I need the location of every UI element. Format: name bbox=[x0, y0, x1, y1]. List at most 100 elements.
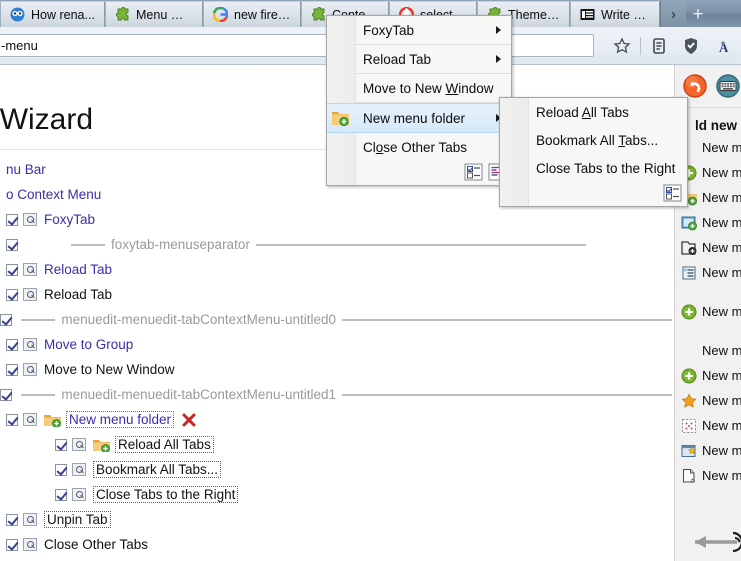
tree-row-edit-icon[interactable] bbox=[72, 463, 86, 476]
context-menu-item[interactable]: Reload Tab bbox=[327, 45, 511, 73]
tree-row-checkbox[interactable] bbox=[0, 388, 13, 401]
tree-row[interactable]: Close Other Tabs bbox=[0, 532, 672, 557]
star-icon[interactable] bbox=[608, 33, 636, 60]
browser-tab-1[interactable]: How rena... bbox=[0, 1, 105, 27]
submenu-item[interactable]: Bookmark All Tabs... bbox=[500, 126, 687, 154]
context-menu-item[interactable]: FoxyTab bbox=[327, 16, 511, 44]
tree-row[interactable]: New menu folder bbox=[0, 407, 672, 432]
tree-row-label[interactable]: Move to New Window bbox=[44, 362, 175, 377]
tree-row-label[interactable]: FoxyTab bbox=[44, 212, 95, 227]
tree-row-label[interactable]: Move to Group bbox=[44, 337, 133, 352]
delete-icon[interactable] bbox=[182, 413, 196, 427]
tree-row-checkbox[interactable] bbox=[6, 288, 18, 301]
panel-row[interactable]: New me bbox=[675, 413, 741, 438]
tree-row-checkbox[interactable] bbox=[0, 313, 13, 326]
tree-row[interactable]: Close Tabs to the Right bbox=[0, 482, 672, 507]
panel-row-label: New me bbox=[702, 165, 741, 180]
menu-tree: nu Bar o Context Menu FoxyTab foxytab-menus… bbox=[0, 157, 672, 557]
tree-row-checkbox[interactable] bbox=[6, 263, 18, 276]
tree-row-label[interactable]: Bookmark All Tabs... bbox=[93, 461, 222, 478]
tree-row-checkbox[interactable] bbox=[6, 513, 18, 526]
submenu-item[interactable]: Reload All Tabs bbox=[500, 98, 687, 126]
undo-icon[interactable] bbox=[681, 72, 709, 100]
tree-row-checkbox[interactable] bbox=[6, 238, 18, 251]
tree-row-label[interactable]: o Context Menu bbox=[6, 187, 101, 202]
tree-row-edit-icon[interactable] bbox=[23, 338, 37, 351]
panel-row[interactable]: New me bbox=[675, 235, 741, 260]
tree-row-checkbox[interactable] bbox=[6, 363, 18, 376]
tree-row-label[interactable]: Close Other Tabs bbox=[44, 537, 148, 552]
separator-line-right bbox=[255, 243, 586, 246]
checklist-icon[interactable] bbox=[663, 184, 682, 202]
new-menu-folder-submenu[interactable]: Reload All Tabs Bookmark All Tabs... Close… bbox=[499, 97, 688, 207]
tree-row-checkbox[interactable] bbox=[55, 438, 67, 451]
puzzle-icon bbox=[312, 7, 325, 21]
tree-row[interactable]: Unpin Tab bbox=[0, 507, 672, 532]
tree-row[interactable]: Reload Tab bbox=[0, 257, 672, 282]
tree-row[interactable]: foxytab-menuseparator bbox=[0, 232, 672, 257]
tab-scroll-right-button[interactable]: › bbox=[660, 1, 686, 27]
panel-row[interactable]: New me bbox=[675, 388, 741, 413]
checklist-icon[interactable] bbox=[464, 163, 483, 181]
puzzle-icon bbox=[116, 7, 129, 21]
tree-row-edit-icon[interactable] bbox=[23, 288, 37, 301]
tree-row-edit-icon[interactable] bbox=[23, 538, 37, 551]
pointer-arrow-annotation bbox=[675, 525, 741, 557]
panel-row[interactable]: New me bbox=[675, 363, 741, 388]
tree-row-checkbox[interactable] bbox=[55, 463, 67, 476]
tree-row-label[interactable]: New menu folder bbox=[66, 411, 175, 428]
tree-row-edit-icon[interactable] bbox=[23, 513, 37, 526]
context-menu-item[interactable]: Move to New Window bbox=[327, 74, 511, 102]
tree-row[interactable]: menuedit-menuedit-tabContextMenu-untitle… bbox=[0, 382, 672, 407]
panel-row[interactable]: New me bbox=[675, 438, 741, 463]
tree-row-checkbox[interactable] bbox=[55, 488, 67, 501]
tree-row-label[interactable]: Close Tabs to the Right bbox=[93, 486, 239, 503]
panel-row[interactable]: New me bbox=[675, 338, 741, 363]
tree-row-label[interactable]: Unpin Tab bbox=[44, 511, 111, 528]
addon-icon[interactable]: A bbox=[709, 33, 737, 60]
page-icon bbox=[683, 468, 695, 482]
tree-row-label[interactable]: Reload Tab bbox=[44, 262, 112, 277]
tree-row[interactable]: Move to Group bbox=[0, 332, 672, 357]
tree-row[interactable]: Move to New Window bbox=[0, 357, 672, 382]
panel-row-label: New me bbox=[702, 343, 741, 358]
tab-context-menu[interactable]: FoxyTab Reload Tab Move to New Window New m… bbox=[326, 15, 512, 186]
shield-icon[interactable] bbox=[677, 33, 705, 60]
folder-add-icon bbox=[44, 414, 61, 427]
tree-row[interactable]: menuedit-menuedit-tabContextMenu-untitle… bbox=[0, 307, 672, 332]
browser-tab-3[interactable]: new firef... bbox=[203, 1, 301, 27]
tree-row-checkbox[interactable] bbox=[6, 413, 18, 426]
tree-row-label[interactable]: nu Bar bbox=[6, 162, 46, 177]
browser-tab-7[interactable]: Write an ... bbox=[570, 1, 660, 27]
tree-row-edit-icon[interactable] bbox=[23, 213, 37, 226]
tree-row[interactable]: Reload Tab bbox=[0, 282, 672, 307]
panel-row[interactable]: New me bbox=[675, 260, 741, 285]
tree-row-edit-icon[interactable] bbox=[72, 438, 86, 451]
tree-row-checkbox[interactable] bbox=[6, 538, 18, 551]
tree-row[interactable]: FoxyTab bbox=[0, 207, 672, 232]
tab-label: new firef... bbox=[234, 7, 291, 22]
keyboard-icon[interactable] bbox=[714, 72, 741, 100]
tree-row[interactable]: Reload All Tabs bbox=[0, 432, 672, 457]
context-menu-item-label: New menu folder bbox=[363, 110, 466, 126]
context-menu-item[interactable]: New menu folder bbox=[327, 103, 511, 133]
tree-row[interactable]: Bookmark All Tabs... bbox=[0, 457, 672, 482]
tree-row-edit-icon[interactable] bbox=[23, 413, 37, 426]
panel-row[interactable]: New me bbox=[675, 463, 741, 488]
tree-row-checkbox[interactable] bbox=[6, 213, 18, 226]
panel-row[interactable]: New me bbox=[675, 210, 741, 235]
tree-row-label[interactable]: Reload Tab bbox=[44, 287, 112, 302]
panel-row-label: New me bbox=[702, 240, 741, 255]
tree-row-edit-icon[interactable] bbox=[72, 488, 86, 501]
submenu-item[interactable]: Close Tabs to the Right bbox=[500, 154, 687, 182]
context-menu-item[interactable]: Close Other Tabs bbox=[327, 133, 511, 161]
tree-row-edit-icon[interactable] bbox=[23, 263, 37, 276]
new-tab-button[interactable]: + bbox=[686, 1, 710, 27]
browser-tab-2[interactable]: Menu Wi... bbox=[105, 1, 203, 27]
panel-row[interactable]: New me bbox=[675, 299, 741, 324]
reader-icon[interactable] bbox=[645, 33, 673, 60]
context-menu-item-label: Move to New Window bbox=[363, 80, 494, 96]
tree-row-checkbox[interactable] bbox=[6, 338, 18, 351]
tree-row-edit-icon[interactable] bbox=[23, 363, 37, 376]
tree-row-label[interactable]: Reload All Tabs bbox=[115, 436, 214, 453]
